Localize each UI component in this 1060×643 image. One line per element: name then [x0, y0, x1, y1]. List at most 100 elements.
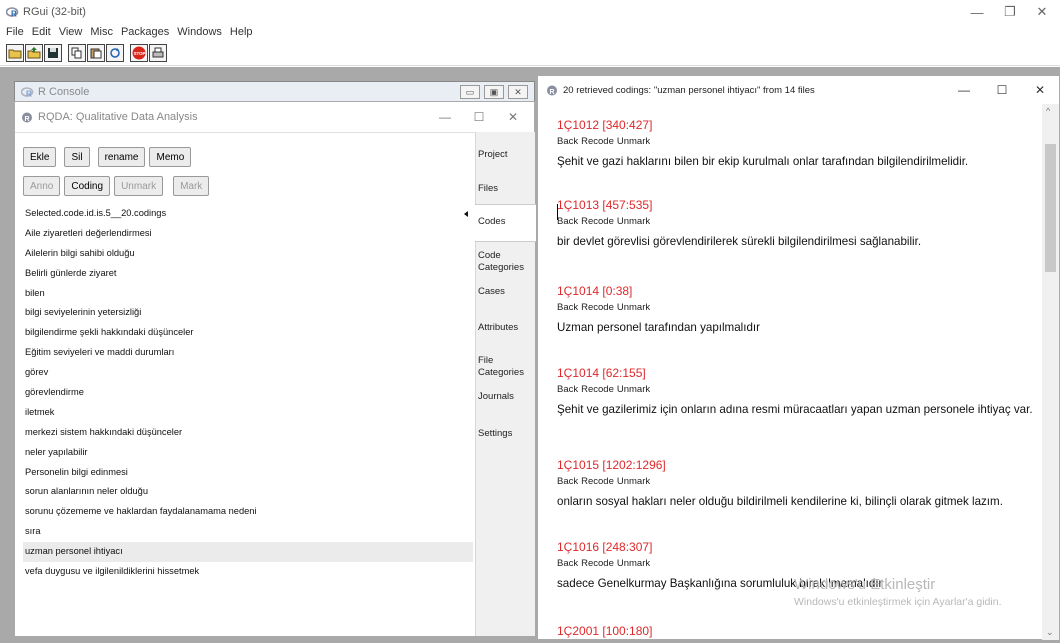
minimize-icon[interactable]: — [945, 76, 983, 104]
menu-help[interactable]: Help [230, 26, 253, 38]
unmark-button[interactable]: Unmark [114, 176, 164, 196]
recode-link[interactable]: Recode [581, 302, 614, 313]
list-item[interactable]: sorunu çözememe ve haklardan faydalanama… [23, 502, 473, 522]
refresh-icon[interactable] [106, 43, 124, 62]
rename-code-button[interactable]: rename [97, 147, 146, 167]
list-item[interactable]: Aile ziyaretleri değerlendirmesi [23, 224, 473, 244]
unmark-link[interactable]: Unmark [617, 558, 650, 569]
add-code-button[interactable]: Ekle [23, 147, 57, 167]
unmark-link[interactable]: Unmark [617, 384, 650, 395]
tab-project[interactable]: Project [476, 149, 536, 161]
maximize-icon[interactable]: ☐ [983, 76, 1021, 104]
close-icon[interactable]: ✕ [508, 85, 528, 99]
restore-icon[interactable]: ❐ [995, 0, 1025, 24]
list-item[interactable]: merkezi sistem hakkındaki düşünceler [23, 423, 473, 443]
scrollbar-thumb[interactable] [1045, 144, 1056, 272]
delete-code-button[interactable]: Sil [64, 147, 90, 167]
list-item[interactable]: neler yapılabilir [23, 443, 473, 463]
tab-file-categories[interactable]: File Categories [476, 355, 532, 379]
menu-edit[interactable]: Edit [32, 26, 51, 38]
coding-id[interactable]: 1Ç1012 [340:427] [557, 118, 968, 132]
list-item[interactable]: bilgi seviyelerinin yetersizliği [23, 303, 473, 323]
unmark-link[interactable]: Unmark [617, 216, 650, 227]
back-link[interactable]: Back [557, 216, 578, 227]
list-item[interactable]: sorun alanlarının neler olduğu [23, 482, 473, 502]
minimize-icon[interactable]: — [428, 102, 462, 132]
tab-files[interactable]: Files [476, 183, 536, 195]
mark-button[interactable]: Mark [173, 176, 210, 196]
back-link[interactable]: Back [557, 558, 578, 569]
code-list-header[interactable]: Selected.code.id.is.5__20.codings [23, 204, 473, 224]
maximize-icon[interactable]: ☐ [462, 102, 496, 132]
coding-id[interactable]: 1Ç2001 [100:180] [557, 624, 653, 638]
coding-actions: Back Recode Unmark [557, 136, 968, 147]
menu-file[interactable]: File [6, 26, 24, 38]
coding-block: 1Ç1015 [1202:1296] Back Recode Unmark onları… [557, 458, 1003, 508]
menu-misc[interactable]: Misc [90, 26, 113, 38]
coding-actions: Back Recode Unmark [557, 216, 921, 227]
tab-attributes[interactable]: Attributes [476, 322, 536, 334]
recode-link[interactable]: Recode [581, 384, 614, 395]
close-icon[interactable]: ✕ [1021, 76, 1059, 104]
code-list: Selected.code.id.is.5__20.codings Aile z… [23, 204, 473, 582]
vertical-scrollbar[interactable]: ^ ⌄ [1042, 104, 1059, 640]
scroll-down-icon[interactable]: ⌄ [1046, 627, 1054, 638]
coding-id[interactable]: 1Ç1014 [0:38] [557, 284, 760, 298]
retrieved-codings-body[interactable]: 1Ç1012 [340:427] Back Recode Unmark Şehit ve… [538, 104, 1043, 641]
coding-id[interactable]: 1Ç1014 [62:155] [557, 366, 1033, 380]
list-item[interactable]: Ailelerin bilgi sahibi olduğu [23, 244, 473, 264]
rqda-window[interactable]: R RQDA: Qualitative Data Analysis — ☐ ✕ … [14, 101, 536, 636]
retrieved-codings-window[interactable]: R 20 retrieved codings: "uzman personel … [537, 75, 1060, 640]
list-item[interactable]: Belirli günlerde ziyaret [23, 264, 473, 284]
list-item[interactable]: bilgilendirme şekli hakkındaki düşüncele… [23, 323, 473, 343]
list-item[interactable]: görevlendirme [23, 383, 473, 403]
recode-link[interactable]: Recode [581, 476, 614, 487]
menu-view[interactable]: View [59, 26, 83, 38]
list-item[interactable]: sıra [23, 522, 473, 542]
unmark-link[interactable]: Unmark [617, 136, 650, 147]
minimize-icon[interactable]: ▭ [460, 85, 480, 99]
save-icon[interactable] [44, 43, 62, 62]
back-link[interactable]: Back [557, 384, 578, 395]
print-icon[interactable] [149, 43, 167, 62]
minimize-icon[interactable]: — [962, 0, 992, 24]
unmark-link[interactable]: Unmark [617, 476, 650, 487]
load-workspace-icon[interactable] [25, 43, 43, 62]
unmark-link[interactable]: Unmark [617, 302, 650, 313]
open-script-icon[interactable] [6, 43, 24, 62]
tab-codes[interactable]: Codes [475, 204, 536, 242]
close-icon[interactable]: ✕ [1027, 0, 1057, 24]
tab-code-categories[interactable]: Code Categories [476, 250, 532, 274]
recode-link[interactable]: Recode [581, 558, 614, 569]
list-item[interactable]: vefa duygusu ve ilgilenildiklerini hisse… [23, 562, 473, 582]
coding-button[interactable]: Coding [64, 176, 111, 196]
list-item[interactable]: Personelin bilgi edinmesi [23, 463, 473, 483]
back-link[interactable]: Back [557, 476, 578, 487]
menu-packages[interactable]: Packages [121, 26, 169, 38]
list-item[interactable]: iletmek [23, 403, 473, 423]
app-titlebar: R RGui (32-bit) [0, 0, 1060, 24]
back-link[interactable]: Back [557, 136, 578, 147]
recode-link[interactable]: Recode [581, 136, 614, 147]
list-item[interactable]: görev [23, 363, 473, 383]
close-icon[interactable]: ✕ [496, 102, 530, 132]
anno-button[interactable]: Anno [23, 176, 61, 196]
copy-icon[interactable] [68, 43, 86, 62]
back-link[interactable]: Back [557, 302, 578, 313]
tab-journals[interactable]: Journals [476, 391, 536, 403]
memo-button[interactable]: Memo [149, 147, 192, 167]
coding-id[interactable]: 1Ç1013 [457:535] [557, 198, 921, 212]
menu-windows[interactable]: Windows [177, 26, 222, 38]
scroll-up-icon[interactable]: ^ [1046, 106, 1050, 116]
list-item[interactable]: Eğitim seviyeleri ve maddi durumları [23, 343, 473, 363]
coding-id[interactable]: 1Ç1016 [248:307] [557, 540, 882, 554]
tab-settings[interactable]: Settings [476, 428, 536, 440]
list-item-selected[interactable]: uzman personel ihtiyacı [23, 542, 473, 563]
stop-icon[interactable]: STOP [130, 43, 148, 62]
tab-cases[interactable]: Cases [476, 286, 536, 298]
list-item[interactable]: bilen [23, 284, 473, 304]
coding-id[interactable]: 1Ç1015 [1202:1296] [557, 458, 1003, 472]
paste-icon[interactable] [87, 43, 105, 62]
recode-link[interactable]: Recode [581, 216, 614, 227]
maximize-icon[interactable]: ▣ [484, 85, 504, 99]
